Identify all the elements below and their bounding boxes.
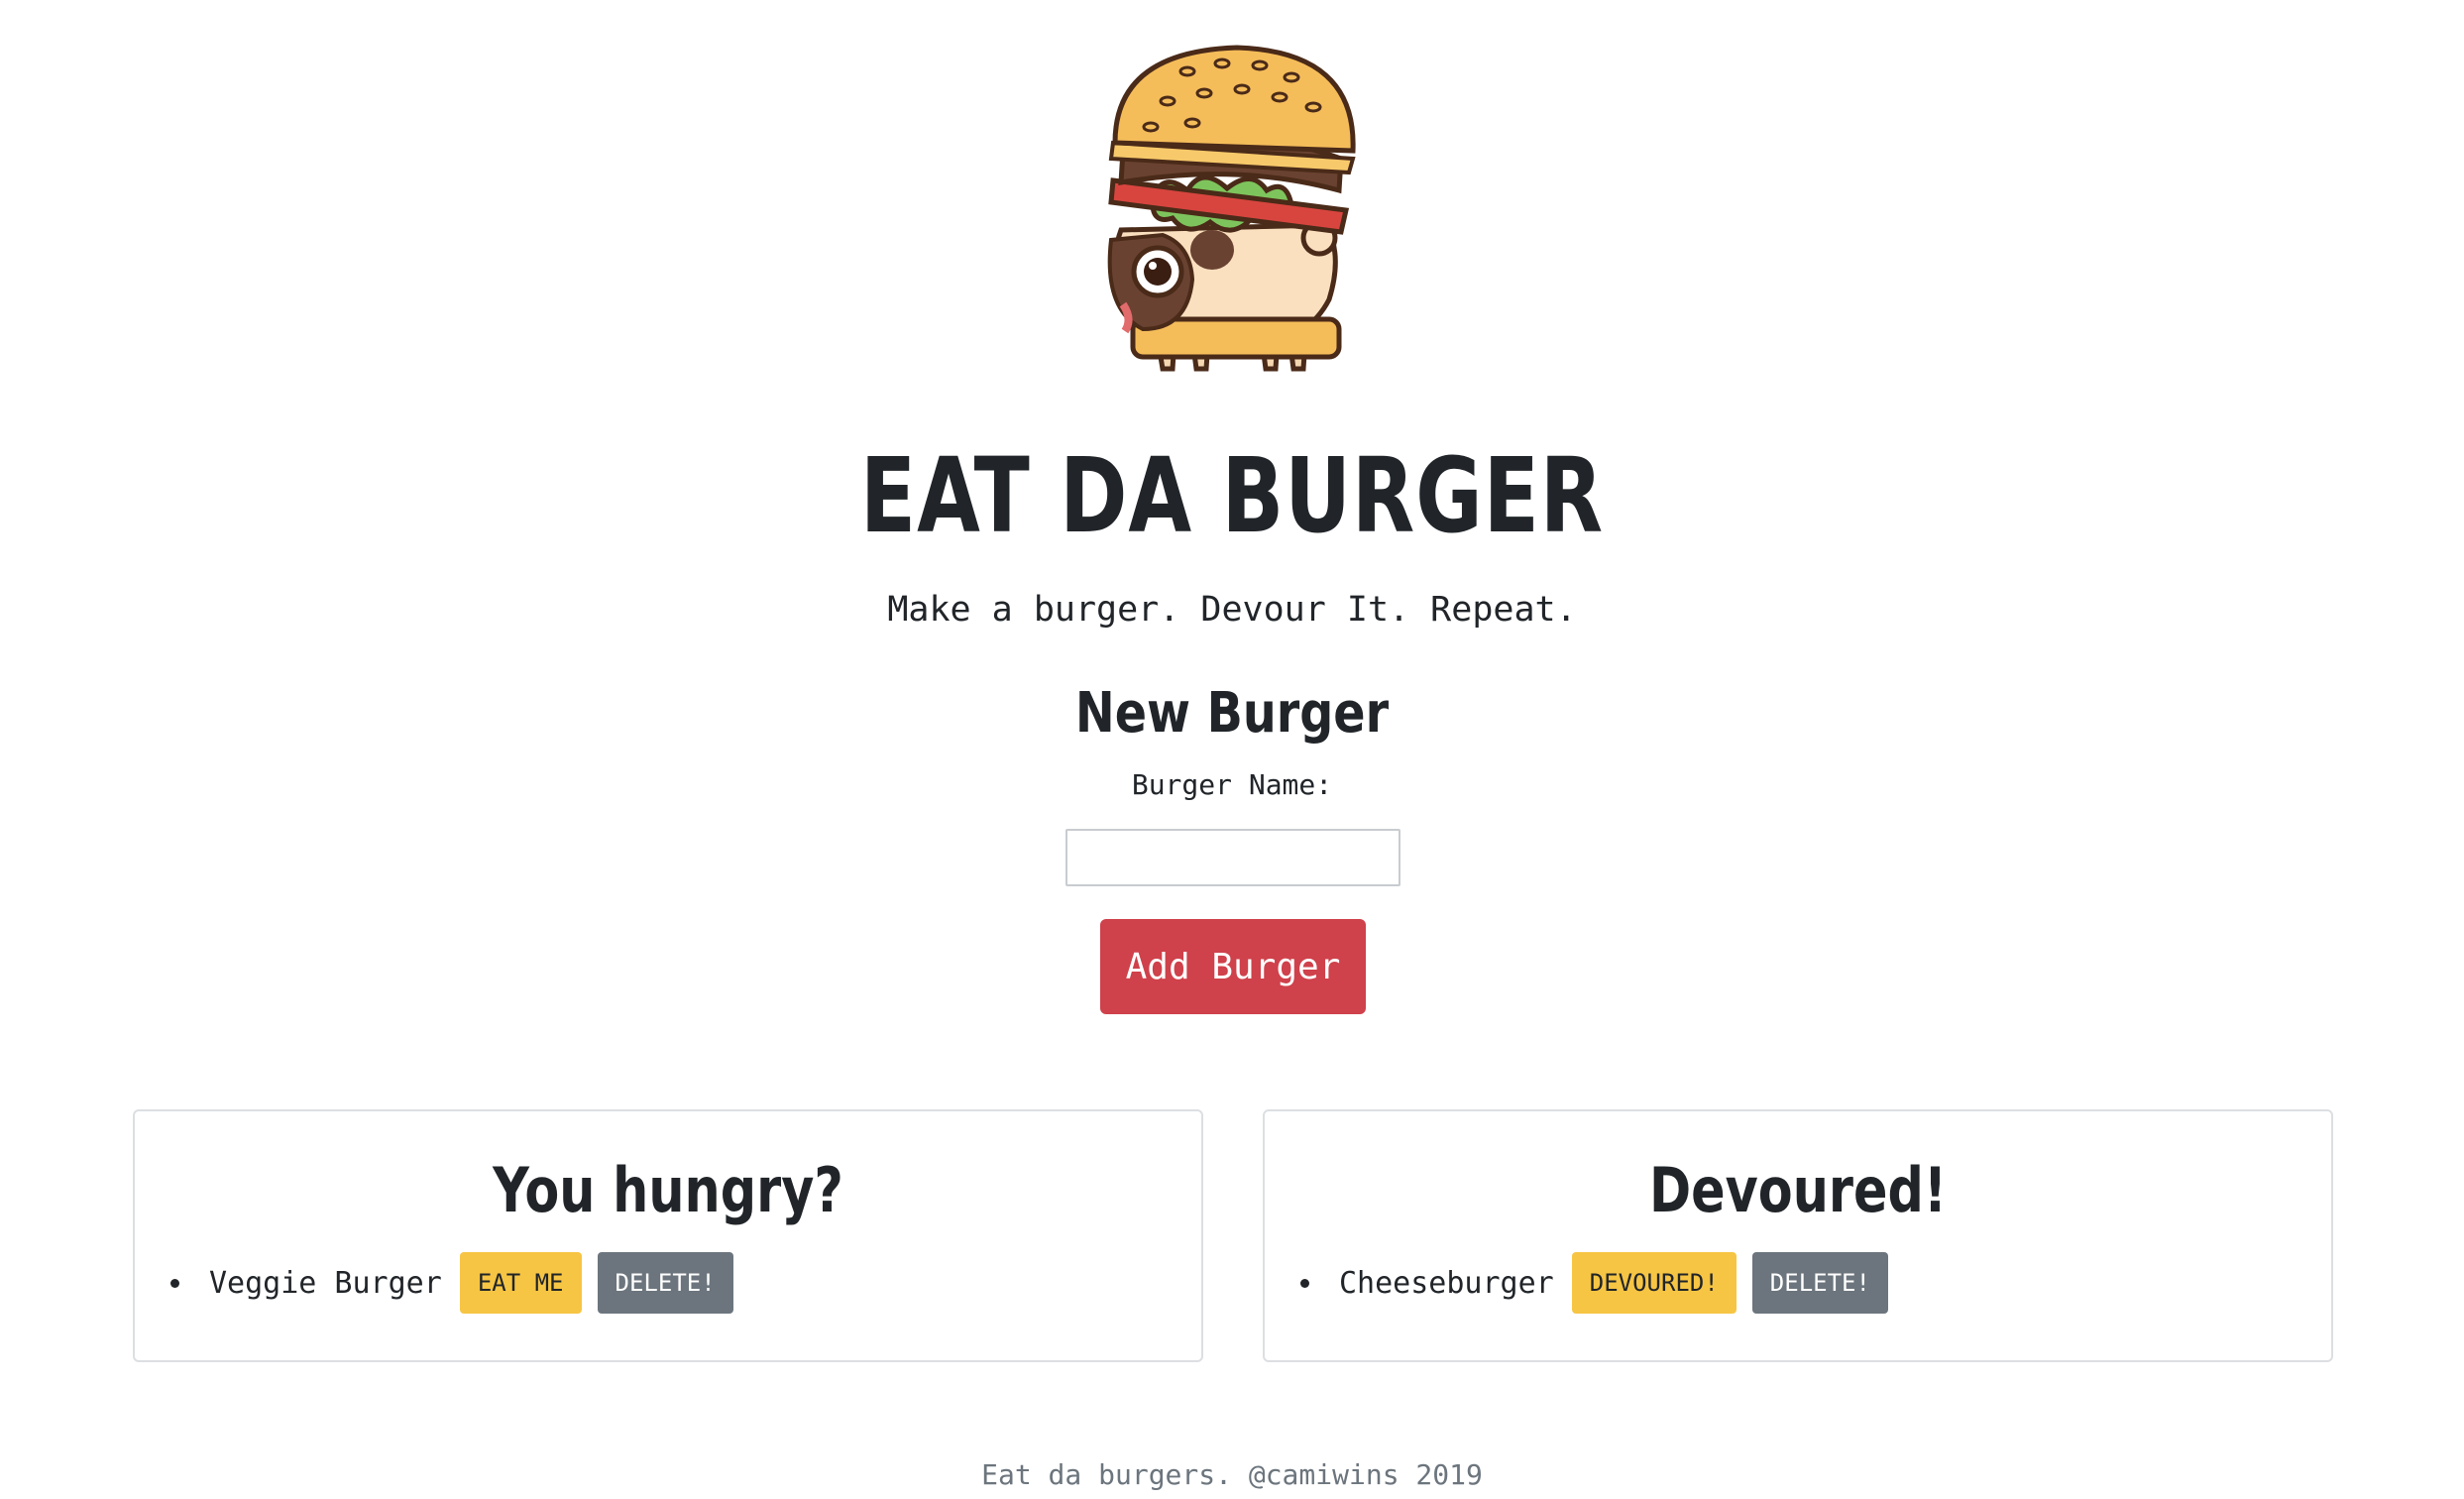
burger-name-label: Burger Name: [1131,768,1333,801]
burger-name: Veggie Burger [209,1265,442,1301]
devoured-card: Devoured! Cheeseburger DEVOURED! DELETE! [1263,1109,2333,1362]
delete-button[interactable]: DELETE! [1751,1252,1888,1314]
devoured-button[interactable]: DEVOURED! [1571,1252,1736,1314]
burger-name: Cheeseburger [1339,1265,1554,1301]
burger-name-input[interactable] [1065,829,1400,886]
list-item: Cheeseburger DEVOURED! DELETE! [1300,1252,1904,1314]
devoured-title: Devoured! [1648,1154,1948,1226]
hungry-list: Veggie Burger EAT ME DELETE! [170,1252,749,1314]
bullet-icon [1300,1278,1309,1288]
page-subtitle: Make a burger. Devour It. Repeat. [887,590,1577,630]
footer-text: Eat da burgers. @camiwins 2019 [981,1458,1483,1491]
devoured-list: Cheeseburger DEVOURED! DELETE! [1300,1252,1904,1314]
bullet-icon [170,1278,179,1288]
page-title: EAT DA BURGER [859,435,1605,556]
list-item: Veggie Burger EAT ME DELETE! [170,1252,749,1314]
new-burger-heading: New Burger [1074,681,1390,746]
burger-pug-icon [1093,42,1381,381]
add-burger-button[interactable]: Add Burger [1100,919,1366,1014]
delete-button[interactable]: DELETE! [597,1252,733,1314]
hungry-title: You hungry? [493,1154,843,1226]
hungry-card: You hungry? Veggie Burger EAT ME DELETE! [133,1109,1203,1362]
eat-me-button[interactable]: EAT ME [459,1252,582,1314]
